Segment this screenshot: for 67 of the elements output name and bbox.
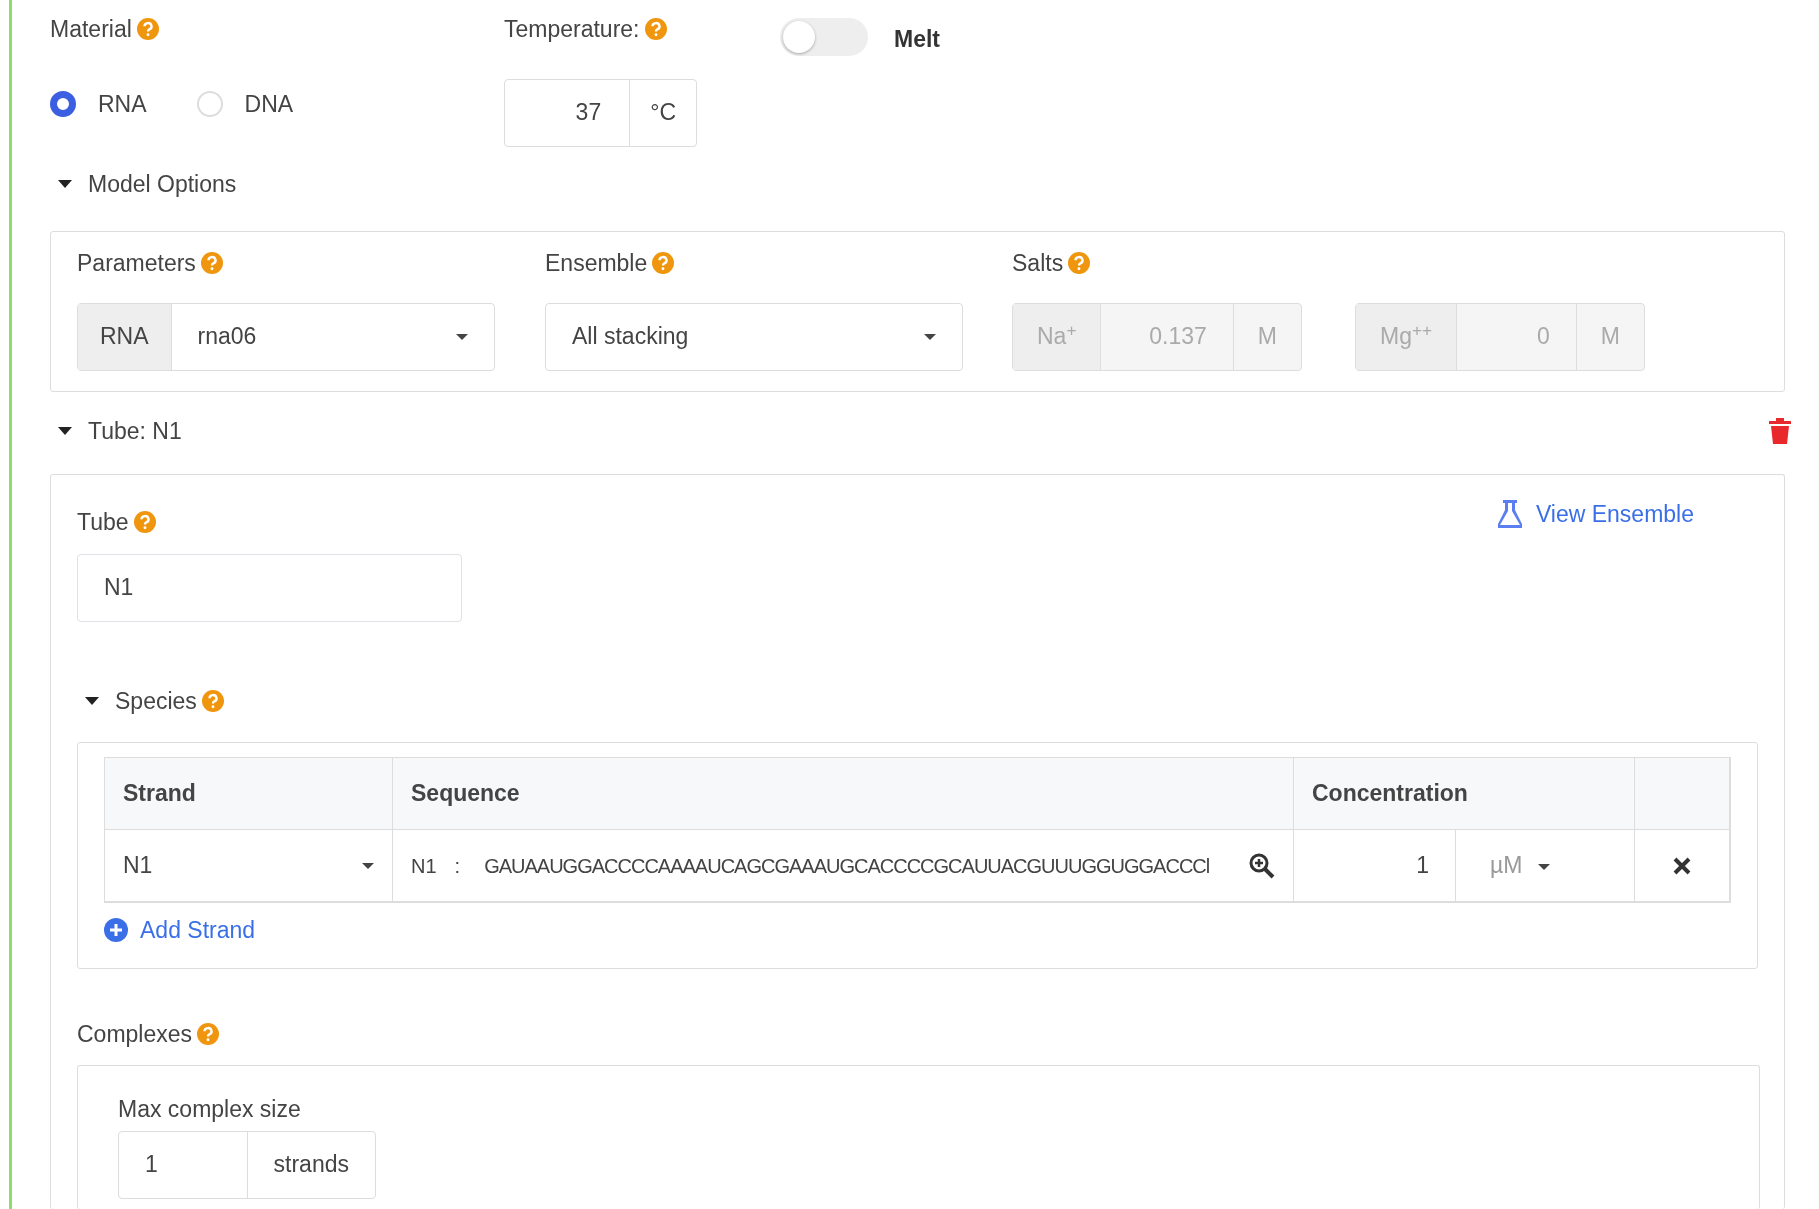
column-header: Strand bbox=[105, 758, 393, 830]
column-header: Concentration bbox=[1294, 758, 1635, 830]
view-ensemble-link[interactable]: View Ensemble bbox=[1497, 497, 1694, 532]
radio-button[interactable] bbox=[50, 90, 76, 117]
zoom-in-icon[interactable] bbox=[1249, 852, 1275, 879]
ion-label: Mg$^{++}$ bbox=[1380, 319, 1433, 352]
help-icon[interactable] bbox=[200, 252, 223, 275]
add-strand-button[interactable]: Add Strand bbox=[104, 913, 256, 948]
unit-label: strands bbox=[273, 1150, 349, 1180]
close-icon[interactable] bbox=[1673, 856, 1691, 875]
field-label: Max complex size bbox=[118, 1095, 302, 1124]
select-value: All stacking bbox=[572, 322, 689, 352]
select-value: µM bbox=[1490, 851, 1523, 881]
help-icon[interactable] bbox=[136, 18, 159, 41]
caret-icon[interactable] bbox=[85, 695, 99, 706]
radio-label: DNA bbox=[244, 89, 294, 119]
caret-icon[interactable] bbox=[58, 178, 72, 189]
plus-icon bbox=[104, 918, 128, 943]
caret-icon bbox=[362, 861, 374, 870]
delete-icon[interactable] bbox=[1769, 417, 1791, 444]
help-icon[interactable] bbox=[133, 511, 156, 534]
field-label: Ensemble bbox=[545, 249, 648, 278]
help-icon[interactable] bbox=[652, 252, 675, 275]
help-icon[interactable] bbox=[644, 18, 667, 41]
caret-icon bbox=[456, 332, 468, 341]
prefix-label: RNA bbox=[100, 322, 149, 352]
column-header: Sequence bbox=[393, 758, 1294, 830]
radio-label: RNA bbox=[98, 89, 147, 119]
section-toggle[interactable]: Tube: N1 bbox=[88, 413, 182, 448]
field-label: Tube bbox=[77, 508, 129, 537]
ion-label: Na$^{+}$ bbox=[1037, 319, 1077, 352]
field-label: Temperature: bbox=[504, 15, 640, 44]
field-value: 1 bbox=[145, 1150, 158, 1180]
help-icon[interactable] bbox=[1068, 252, 1091, 275]
unit-label: M bbox=[1600, 322, 1620, 352]
help-icon[interactable] bbox=[197, 1022, 220, 1045]
field-label: Material bbox=[50, 15, 132, 44]
max-size-field[interactable]: 1 strands bbox=[118, 1130, 376, 1199]
sequence-name: N1 bbox=[411, 853, 437, 879]
field-label: Complexes bbox=[77, 1019, 193, 1049]
caret-icon bbox=[1538, 863, 1551, 872]
field-value: 37 bbox=[575, 98, 602, 128]
caret-icon bbox=[924, 332, 936, 341]
field-value: 0.137 bbox=[1149, 322, 1207, 352]
flask-icon bbox=[1497, 500, 1522, 529]
sequence-text: GAUAAUGGACCCCAAAAUCAGCGAAAUGCACCCCGCAUUACGUUUGGUGGACCCl bbox=[484, 853, 1211, 879]
caret-icon[interactable] bbox=[58, 425, 72, 436]
toggle-switch[interactable] bbox=[780, 18, 868, 56]
temperature-field[interactable]: 37 °C bbox=[504, 78, 697, 147]
section-toggle[interactable]: Model Options bbox=[88, 166, 237, 201]
field-label: Salts bbox=[1012, 249, 1064, 278]
unit-label: °C bbox=[650, 98, 676, 128]
concentration-field[interactable]: 1 bbox=[1294, 830, 1456, 902]
select-value: N1 bbox=[123, 851, 153, 881]
field-value: 1 bbox=[1416, 851, 1429, 881]
unit-label: M bbox=[1257, 322, 1277, 352]
field-value: 0 bbox=[1537, 322, 1550, 352]
select-value: rna06 bbox=[197, 322, 257, 352]
parameters-select[interactable]: RNA rna06 bbox=[77, 302, 495, 371]
help-icon[interactable] bbox=[201, 689, 224, 712]
tube-name-field[interactable]: N1 bbox=[77, 553, 462, 622]
separator: : bbox=[454, 853, 461, 879]
toggle-label: Melt bbox=[894, 25, 940, 54]
strand-select[interactable]: N1 bbox=[105, 830, 393, 902]
ensemble-select[interactable]: All stacking bbox=[545, 302, 963, 371]
section-toggle[interactable]: Species bbox=[115, 683, 197, 718]
field-label: Parameters bbox=[77, 249, 196, 278]
